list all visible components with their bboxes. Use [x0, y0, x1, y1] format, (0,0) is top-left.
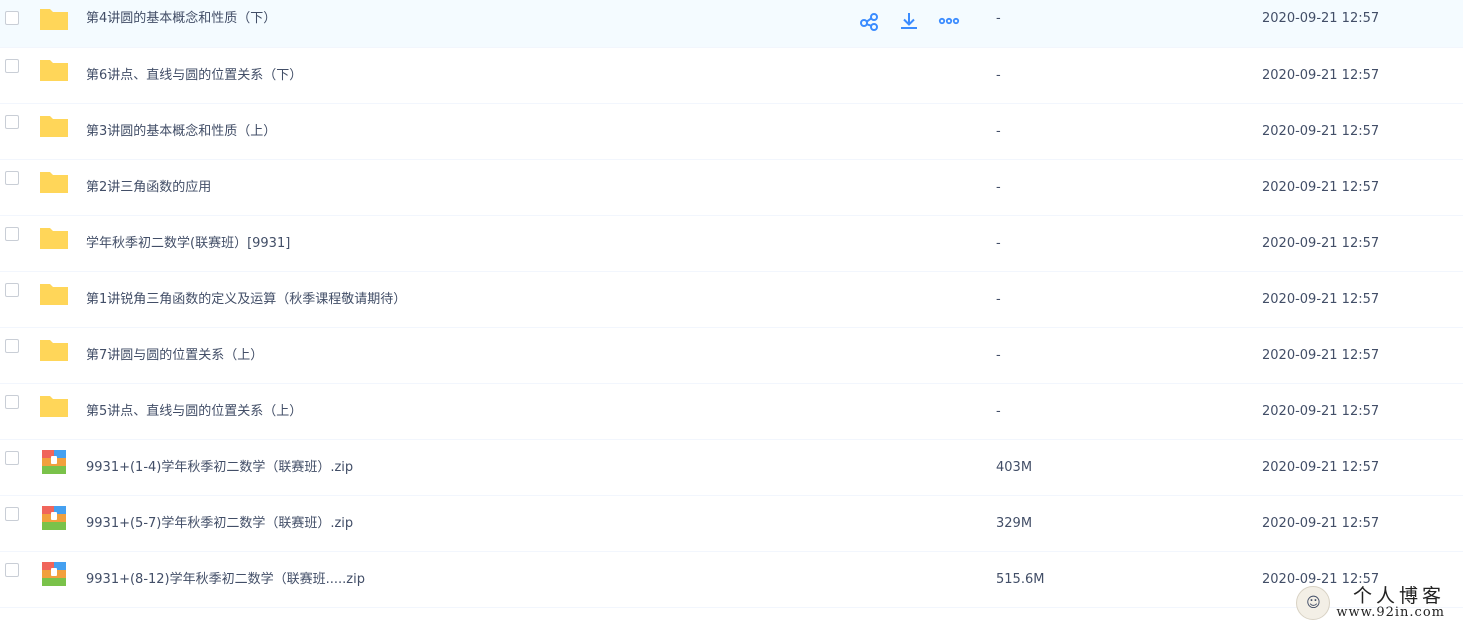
- modified-time: 2020-09-21 12:57: [1262, 124, 1380, 139]
- row-checkbox[interactable]: [5, 451, 19, 465]
- modified-time: 2020-09-21 12:57: [1262, 348, 1380, 363]
- row-checkbox[interactable]: [5, 115, 19, 129]
- file-row[interactable]: 学年秋季初二数学(联赛班）[9931] - 2020-09-21 12:57: [0, 216, 1463, 272]
- row-checkbox[interactable]: [5, 507, 19, 521]
- file-name[interactable]: 9931+(8-12)学年秋季初二数学（联赛班.....zip: [86, 572, 365, 588]
- modified-time: 2020-09-21 12:57: [1262, 11, 1380, 26]
- row-checkbox[interactable]: [5, 59, 19, 73]
- modified-time: 2020-09-21 12:57: [1262, 516, 1380, 531]
- modified-time: 2020-09-21 12:57: [1262, 460, 1380, 475]
- file-size: 403M: [996, 460, 1033, 475]
- row-checkbox[interactable]: [5, 227, 19, 241]
- row-checkbox[interactable]: [5, 563, 19, 577]
- file-row[interactable]: 第4讲圆的基本概念和性质（下） - 2020-09-21 12:57: [0, 0, 1463, 48]
- file-row[interactable]: 第5讲点、直线与圆的位置关系（上） - 2020-09-21 12:57: [0, 384, 1463, 440]
- more-button[interactable]: [936, 10, 962, 36]
- watermark: ☺ 个人博客 www.92in.com: [1296, 586, 1445, 620]
- file-size: 515.6M: [996, 572, 1045, 587]
- file-size: 329M: [996, 516, 1033, 531]
- row-checkbox[interactable]: [5, 395, 19, 409]
- row-checkbox[interactable]: [5, 283, 19, 297]
- file-name[interactable]: 学年秋季初二数学(联赛班）[9931]: [86, 236, 290, 252]
- folder-icon[interactable]: [38, 390, 70, 422]
- file-row[interactable]: 第6讲点、直线与圆的位置关系（下） - 2020-09-21 12:57: [0, 48, 1463, 104]
- file-row[interactable]: 第1讲锐角三角函数的定义及运算（秋季课程敬请期待） - 2020-09-21 12:…: [0, 272, 1463, 328]
- file-name[interactable]: 第6讲点、直线与圆的位置关系（下）: [86, 68, 302, 84]
- share-button[interactable]: [856, 10, 882, 36]
- file-name[interactable]: 第1讲锐角三角函数的定义及运算（秋季课程敬请期待）: [86, 292, 406, 308]
- modified-time: 2020-09-21 12:57: [1262, 180, 1380, 195]
- file-row[interactable]: 第3讲圆的基本概念和性质（上） - 2020-09-21 12:57: [0, 104, 1463, 160]
- file-name[interactable]: 第3讲圆的基本概念和性质（上）: [86, 124, 276, 140]
- folder-icon[interactable]: [38, 54, 70, 86]
- modified-time: 2020-09-21 12:57: [1262, 404, 1380, 419]
- file-row[interactable]: 9931+(1-4)学年秋季初二数学（联赛班）.zip 403M 2020-09-2…: [0, 440, 1463, 496]
- file-size: -: [996, 180, 1001, 195]
- more-icon: [938, 11, 960, 35]
- file-size: -: [996, 124, 1001, 139]
- folder-icon[interactable]: [38, 278, 70, 310]
- row-checkbox[interactable]: [5, 171, 19, 185]
- watermark-title: 个人博客: [1352, 585, 1445, 607]
- watermark-logo: ☺: [1296, 586, 1331, 620]
- file-row[interactable]: 9931+(5-7)学年秋季初二数学（联赛班）.zip 329M 2020-09-2…: [0, 496, 1463, 552]
- file-name[interactable]: 第5讲点、直线与圆的位置关系（上）: [86, 404, 302, 420]
- folder-icon[interactable]: [38, 166, 70, 198]
- file-name[interactable]: 9931+(5-7)学年秋季初二数学（联赛班）.zip: [86, 516, 353, 532]
- zip-file-icon[interactable]: [38, 558, 70, 590]
- row-checkbox[interactable]: [5, 339, 19, 353]
- row-actions: [856, 10, 962, 36]
- download-button[interactable]: [896, 10, 922, 36]
- file-row[interactable]: 第2讲三角函数的应用 - 2020-09-21 12:57: [0, 160, 1463, 216]
- folder-icon[interactable]: [38, 3, 70, 35]
- file-size: -: [996, 404, 1001, 419]
- zip-file-icon[interactable]: [38, 446, 70, 478]
- file-name[interactable]: 9931+(1-4)学年秋季初二数学（联赛班）.zip: [86, 460, 353, 476]
- folder-icon[interactable]: [38, 334, 70, 366]
- file-size: -: [996, 11, 1001, 26]
- file-name[interactable]: 第7讲圆与圆的位置关系（上）: [86, 348, 263, 364]
- modified-time: 2020-09-21 12:57: [1262, 292, 1380, 307]
- file-list: 第4讲圆的基本概念和性质（下） - 2020-09-21 12:57 第6讲点、直…: [0, 0, 1463, 608]
- file-size: -: [996, 236, 1001, 251]
- file-row[interactable]: 第7讲圆与圆的位置关系（上） - 2020-09-21 12:57: [0, 328, 1463, 384]
- zip-file-icon[interactable]: [38, 502, 70, 534]
- download-icon: [899, 11, 919, 35]
- modified-time: 2020-09-21 12:57: [1262, 236, 1380, 251]
- file-size: -: [996, 68, 1001, 83]
- file-row[interactable]: 9931+(8-12)学年秋季初二数学（联赛班.....zip 515.6M 202…: [0, 552, 1463, 608]
- folder-icon[interactable]: [38, 110, 70, 142]
- file-size: -: [996, 292, 1001, 307]
- file-name[interactable]: 第4讲圆的基本概念和性质（下）: [86, 11, 276, 27]
- file-size: -: [996, 348, 1001, 363]
- file-name[interactable]: 第2讲三角函数的应用: [86, 180, 211, 196]
- modified-time: 2020-09-21 12:57: [1262, 68, 1380, 83]
- watermark-url: www.92in.com: [1336, 605, 1445, 620]
- folder-icon[interactable]: [38, 222, 70, 254]
- share-icon: [859, 11, 879, 35]
- row-checkbox[interactable]: [5, 11, 19, 25]
